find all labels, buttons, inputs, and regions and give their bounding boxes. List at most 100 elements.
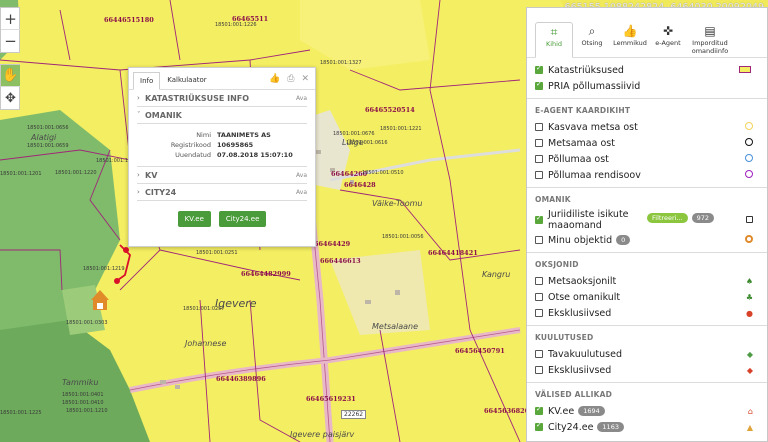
thumbs-up-icon[interactable]: 👍	[269, 74, 280, 84]
layer-kuulutus-eksklusiivsed[interactable]: Eksklusiivsed ◆	[535, 362, 767, 378]
parcel-id: 18501:001:1220	[55, 170, 97, 176]
parcel-id: 18501:001:1327	[320, 60, 362, 66]
tab-kalkulaator[interactable]: Kalkulaator	[160, 71, 213, 89]
open-link[interactable]: Ava	[296, 95, 307, 102]
popup-buttons: KV.ee City24.ee	[129, 211, 315, 227]
owner-details: Nimi TAANIMETS AS Registrikood 10695865 …	[137, 124, 307, 167]
section-title: KV	[145, 170, 158, 180]
city24-button[interactable]: City24.ee	[218, 211, 267, 227]
layer-label: PRIA põllumassiivid	[548, 80, 641, 92]
layer-label: Metsaoksjonilt	[548, 275, 617, 287]
section-city24[interactable]: › CITY24 Ava	[137, 184, 307, 201]
layer-minu-objektid[interactable]: Minu objektid 0	[535, 232, 767, 248]
tab-label: Otsing	[581, 39, 603, 47]
tab-kihid[interactable]: ⌗ Kihid	[535, 22, 573, 58]
tab-info[interactable]: Info	[133, 72, 161, 90]
layer-label: Eksklusiivsed	[548, 307, 612, 319]
map-label: 66464482999	[241, 270, 291, 278]
layer-label: Minu objektid	[548, 234, 613, 246]
zoom-in-button[interactable]: +	[1, 8, 20, 30]
checkbox[interactable]	[535, 405, 543, 415]
parcel-id: 18501:001:0056	[382, 234, 424, 240]
chevron-right-icon: ›	[137, 188, 140, 196]
checkbox[interactable]	[535, 80, 543, 90]
section-kv[interactable]: › KV Ava	[137, 167, 307, 184]
tab-imporditud[interactable]: ▤ Imporditud omandiinfo	[687, 22, 733, 57]
layer-tavakuulutused[interactable]: Tavakuulutused ◆	[535, 346, 767, 362]
owner-name-label: Nimi	[196, 131, 211, 139]
layer-otse-omanikult[interactable]: Otse omanikult ♣	[535, 289, 767, 305]
layer-city24[interactable]: City24.ee 1163 ▲	[535, 419, 767, 435]
layer-pollumaa-ost[interactable]: Põllumaa ost	[535, 151, 767, 167]
parcel-id: 18501:001:1226	[215, 22, 257, 28]
parcel-id: 18501:001:0659	[27, 143, 69, 149]
filter-button[interactable]: Filtreeri...	[647, 213, 688, 223]
open-link[interactable]: Ava	[296, 189, 307, 196]
crosshair-icon: ✜	[662, 24, 674, 38]
layer-label: Juriidiliste isikute maaomand	[548, 209, 629, 231]
circle-legend-icon	[745, 138, 753, 148]
layer-pria[interactable]: PRIA põllumassiivid	[535, 78, 767, 94]
owner-updated-label: Uuendatud	[175, 151, 211, 159]
tab-e-agent[interactable]: ✜ e-Agent	[649, 22, 687, 57]
count-badge: 0	[616, 235, 631, 245]
circle-legend-icon	[745, 170, 753, 180]
checkbox[interactable]	[535, 171, 543, 179]
checkbox[interactable]	[535, 350, 543, 358]
parcel-id: 18501:001:1219	[83, 266, 125, 272]
checkbox[interactable]	[535, 214, 543, 224]
checkbox[interactable]	[535, 139, 543, 147]
checkbox[interactable]	[535, 421, 543, 431]
zoom-out-button[interactable]: −	[1, 30, 20, 52]
pan-tool-button[interactable]: ✋	[1, 65, 20, 87]
count-badge: 1163	[597, 422, 624, 432]
checkbox[interactable]	[535, 293, 543, 301]
print-icon[interactable]: ⎙	[287, 74, 294, 84]
section-title: OMANIK	[145, 110, 182, 120]
valised-group: VÄLISED ALLIKAD KV.ee 1694 ⌂ City24.ee 1…	[527, 383, 767, 439]
layer-juriidilised[interactable]: Juriidiliste isikute maaomand Filtreeri.…	[535, 208, 767, 232]
parcel-id: 18501:001:0251	[196, 250, 238, 256]
layer-label: Eksklusiivsed	[548, 364, 612, 376]
map-label: 66456450791	[455, 347, 505, 355]
section-katastri[interactable]: › KATASTRIÜKSUSE INFO Ava	[137, 90, 307, 107]
layer-katastriuksused[interactable]: Katastriüksused	[535, 62, 767, 78]
place-name: Johannese	[185, 339, 227, 348]
layer-pollumaa-rendisoov[interactable]: Põllumaa rendisoov	[535, 167, 767, 183]
parcel-id: 18501:001:1221	[380, 126, 422, 132]
layer-metsamaa-ost[interactable]: Metsamaa ost	[535, 135, 767, 151]
parcel-id: 18501:001:0401	[62, 392, 104, 398]
parcel-id: 18501:001:0656	[27, 125, 69, 131]
omanik-group: OMANIK Juriidiliste isikute maaomand Fil…	[527, 188, 767, 253]
layer-oksjon-eksklusiivsed[interactable]: Eksklusiivsed ●	[535, 305, 767, 321]
layer-kv-ee[interactable]: KV.ee 1694 ⌂	[535, 403, 767, 419]
move-tool-button[interactable]: ✥	[1, 87, 20, 109]
layer-metsaoksjonilt[interactable]: Metsaoksjonilt ♠	[535, 273, 767, 289]
panel-tabs: ⌗ Kihid ⌕ Otsing 👍 Lemmikud ✜ e-Agent ▤ …	[527, 8, 767, 58]
kuulutused-group: KUULUTUSED Tavakuulutused ◆ Eksklusiivse…	[527, 326, 767, 383]
close-icon[interactable]: ✕	[301, 74, 309, 84]
move-arrows-icon: ✥	[5, 90, 16, 106]
tab-lemmikud[interactable]: 👍 Lemmikud	[611, 22, 649, 57]
owner-reg-label: Registrikood	[170, 141, 211, 149]
checkbox[interactable]	[535, 123, 543, 131]
checkbox[interactable]	[535, 236, 543, 244]
chevron-right-icon: ›	[137, 94, 140, 102]
open-link[interactable]: Ava	[296, 172, 307, 179]
checkbox[interactable]	[535, 277, 543, 285]
group-title: E-AGENT KAARDIKIHT	[535, 106, 631, 115]
section-omanik[interactable]: ˇ OMANIK	[137, 107, 307, 124]
place-name: Väike-Toomu	[372, 199, 423, 208]
parcel-id: 18501:001:0676	[333, 131, 375, 137]
layer-kasvava-metsa-ost[interactable]: Kasvava metsa ost	[535, 119, 767, 135]
kv-ee-button[interactable]: KV.ee	[177, 211, 211, 227]
exclusive-tree-icon: ●	[746, 308, 753, 318]
checkbox[interactable]	[535, 366, 543, 374]
checkbox[interactable]	[535, 155, 543, 163]
parcel-info-popup: Info Kalkulaator 👍 ⎙ ✕ › KATASTRIÜKSUSE …	[128, 67, 316, 247]
diamond-icon: ◆	[746, 349, 753, 359]
checkbox[interactable]	[535, 64, 543, 74]
tab-otsing[interactable]: ⌕ Otsing	[573, 22, 611, 57]
checkbox[interactable]	[535, 309, 543, 317]
hand-icon: ✋	[2, 68, 19, 83]
